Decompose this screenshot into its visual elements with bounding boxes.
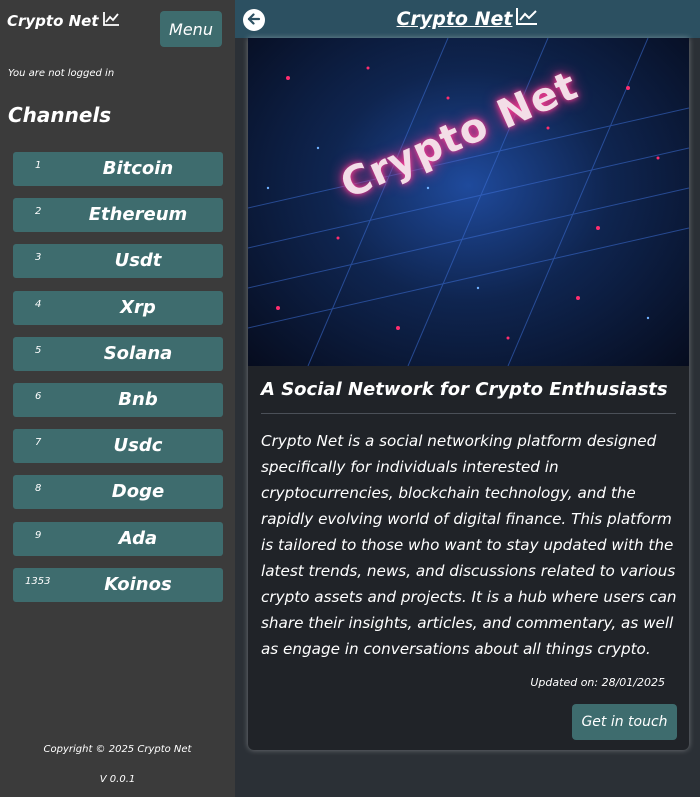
updated-date: Updated on: 28/01/2025 bbox=[530, 676, 665, 689]
channel-item-usdt[interactable]: 3 Usdt bbox=[13, 244, 223, 279]
channel-name: Usdt bbox=[114, 250, 162, 272]
brand[interactable]: Crypto Net bbox=[7, 12, 120, 30]
channel-name: Ada bbox=[118, 527, 158, 549]
copyright: Copyright © 2025 Crypto Net bbox=[43, 744, 192, 755]
channel-number: 5 bbox=[35, 344, 42, 356]
channel-number: 8 bbox=[35, 483, 42, 495]
channel-item-ethereum[interactable]: 2 Ethereum bbox=[13, 198, 223, 233]
get-in-touch-button[interactable]: Get in touch bbox=[572, 704, 677, 740]
divider bbox=[261, 413, 676, 414]
channel-name: Bitcoin bbox=[102, 158, 174, 179]
channel-name: Ethereum bbox=[88, 204, 188, 226]
hero-image: Crypto Net bbox=[248, 38, 689, 366]
channel-number: 1353 bbox=[25, 575, 51, 587]
channel-name: Bnb bbox=[118, 388, 158, 410]
channel-number: 7 bbox=[35, 437, 42, 449]
channel-number: 1 bbox=[35, 160, 42, 171]
channel-item-doge[interactable]: 8 Doge bbox=[13, 475, 223, 510]
channel-list: 1 Bitcoin 2 Ethereum 3 Usdt 4 Xrp 5 Sola… bbox=[13, 152, 223, 614]
channel-item-ada[interactable]: 9 Ada bbox=[13, 521, 223, 556]
channel-name: Doge bbox=[111, 481, 165, 503]
sidebar: Crypto Net Menu You are not logged in Ch… bbox=[0, 0, 235, 797]
top-bar: Crypto Net bbox=[235, 0, 700, 38]
channel-item-bnb[interactable]: 6 Bnb bbox=[13, 382, 223, 417]
channel-item-xrp[interactable]: 4 Xrp bbox=[13, 290, 223, 325]
brand-name: Crypto Net bbox=[7, 12, 99, 30]
channel-name: Koinos bbox=[104, 573, 172, 595]
channels-heading: Channels bbox=[8, 103, 112, 127]
page-title[interactable]: Crypto Net bbox=[235, 8, 700, 30]
channel-number: 9 bbox=[35, 529, 42, 541]
login-status: You are not logged in bbox=[8, 68, 115, 79]
version-label: V 0.0.1 bbox=[99, 774, 136, 785]
channel-name: Solana bbox=[103, 342, 173, 364]
channel-name: Xrp bbox=[120, 296, 156, 318]
channel-number: 6 bbox=[35, 390, 42, 402]
channel-number: 4 bbox=[35, 298, 42, 310]
chart-line-icon bbox=[102, 12, 120, 30]
channel-item-bitcoin[interactable]: 1 Bitcoin bbox=[13, 152, 223, 186]
channel-number: 3 bbox=[35, 252, 42, 264]
channel-number: 2 bbox=[35, 206, 42, 218]
card-title: A Social Network for Crypto Enthusiasts bbox=[261, 379, 668, 400]
page-title-text: Crypto Net bbox=[396, 8, 513, 30]
card-description: Crypto Net is a social networking platfo… bbox=[261, 432, 677, 658]
info-card: Crypto Net A Social Network for Crypto E… bbox=[248, 38, 689, 750]
chart-line-icon bbox=[516, 8, 538, 30]
channel-item-usdc[interactable]: 7 Usdc bbox=[13, 429, 223, 464]
channel-item-koinos[interactable]: 1353 Koinos bbox=[13, 567, 223, 602]
menu-button[interactable]: Menu bbox=[160, 11, 222, 47]
channel-name: Usdc bbox=[113, 435, 163, 457]
channel-item-solana[interactable]: 5 Solana bbox=[13, 336, 223, 371]
